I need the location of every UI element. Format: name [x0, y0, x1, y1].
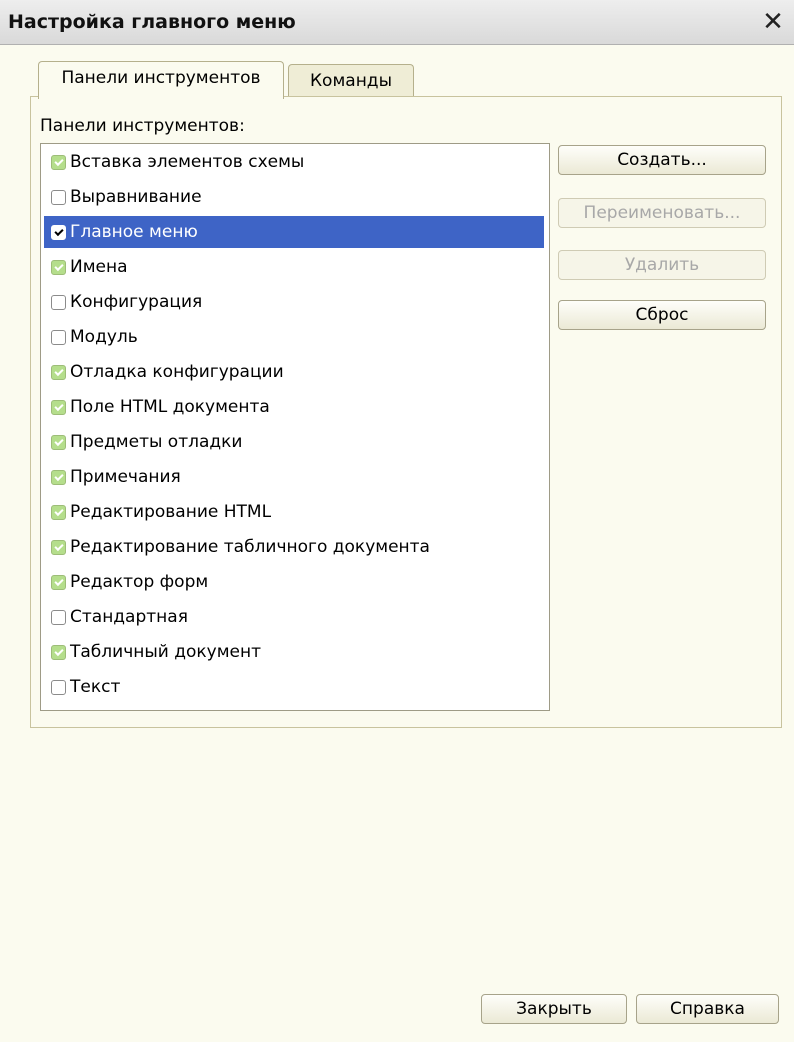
list-item[interactable]: Примечания — [44, 461, 544, 493]
list-item-label: Вставка элементов схемы — [70, 152, 305, 172]
list-item-label: Главное меню — [70, 222, 198, 242]
checkbox-checked[interactable] — [51, 434, 66, 450]
checkbox-unchecked[interactable] — [51, 189, 66, 205]
list-item[interactable]: Стандартная — [44, 601, 544, 633]
title-bar: Настройка главного меню ✕ — [0, 0, 794, 45]
list-item[interactable]: Конфигурация — [44, 286, 544, 318]
toolbars-list-label: Панели инструментов: — [40, 116, 245, 136]
checkbox-checked[interactable] — [51, 574, 66, 590]
checkbox-checked[interactable] — [51, 539, 66, 555]
window-title: Настройка главного меню — [8, 11, 296, 33]
checkbox-unchecked[interactable] — [51, 609, 66, 625]
tab-commands[interactable]: Команды — [288, 64, 414, 98]
close-icon[interactable]: ✕ — [758, 7, 788, 37]
list-item-label: Имена — [70, 257, 128, 277]
checkbox-checked[interactable] — [51, 224, 66, 240]
list-item-label: Примечания — [70, 467, 181, 487]
list-item-label: Редактирование табличного документа — [70, 537, 430, 557]
list-item[interactable]: Вставка элементов схемы — [44, 146, 544, 178]
create-button[interactable]: Создать... — [558, 145, 766, 175]
list-item-label: Конфигурация — [70, 292, 203, 312]
list-item[interactable]: Редактирование HTML — [44, 496, 544, 528]
list-item-label: Отладка конфигурации — [70, 362, 284, 382]
checkbox-checked[interactable] — [51, 154, 66, 170]
list-item[interactable]: Табличный документ — [44, 636, 544, 668]
list-item-label: Редактирование HTML — [70, 502, 272, 522]
list-item-label: Выравнивание — [70, 187, 202, 207]
list-item[interactable]: Отладка конфигурации — [44, 356, 544, 388]
close-button[interactable]: Закрыть — [481, 994, 627, 1024]
reset-button[interactable]: Сброс — [558, 300, 766, 330]
list-item[interactable]: Поле HTML документа — [44, 391, 544, 423]
list-item-label: Табличный документ — [70, 642, 262, 662]
list-item[interactable]: Модуль — [44, 321, 544, 353]
list-item[interactable]: Редактор форм — [44, 566, 544, 598]
list-item[interactable]: Предметы отладки — [44, 426, 544, 458]
rename-button: Переименовать... — [558, 198, 766, 228]
list-item[interactable]: Текстовый макет — [44, 706, 544, 710]
checkbox-unchecked[interactable] — [51, 329, 66, 345]
list-item[interactable]: Имена — [44, 251, 544, 283]
list-item[interactable]: Главное меню — [44, 216, 544, 248]
list-item-label: Поле HTML документа — [70, 397, 270, 417]
checkbox-unchecked[interactable] — [51, 294, 66, 310]
list-item-label: Модуль — [70, 327, 138, 347]
tab-toolbars[interactable]: Панели инструментов — [38, 61, 284, 99]
checkbox-unchecked[interactable] — [51, 679, 66, 695]
checkbox-checked[interactable] — [51, 469, 66, 485]
delete-button: Удалить — [558, 250, 766, 280]
checkbox-checked[interactable] — [51, 399, 66, 415]
list-item[interactable]: Текст — [44, 671, 544, 703]
checkbox-checked[interactable] — [51, 259, 66, 275]
checkbox-checked[interactable] — [51, 504, 66, 520]
list-item[interactable]: Выравнивание — [44, 181, 544, 213]
list-item-label: Редактор форм — [70, 572, 209, 592]
list-item[interactable]: Редактирование табличного документа — [44, 531, 544, 563]
list-item-label: Предметы отладки — [70, 432, 243, 452]
help-button[interactable]: Справка — [636, 994, 779, 1024]
toolbars-list[interactable]: Вставка элементов схемы Выравнивание Главн… — [40, 143, 550, 711]
list-item-label: Текст — [70, 677, 121, 697]
checkbox-checked[interactable] — [51, 644, 66, 660]
list-item-label: Стандартная — [70, 607, 188, 627]
checkbox-checked[interactable] — [51, 364, 66, 380]
